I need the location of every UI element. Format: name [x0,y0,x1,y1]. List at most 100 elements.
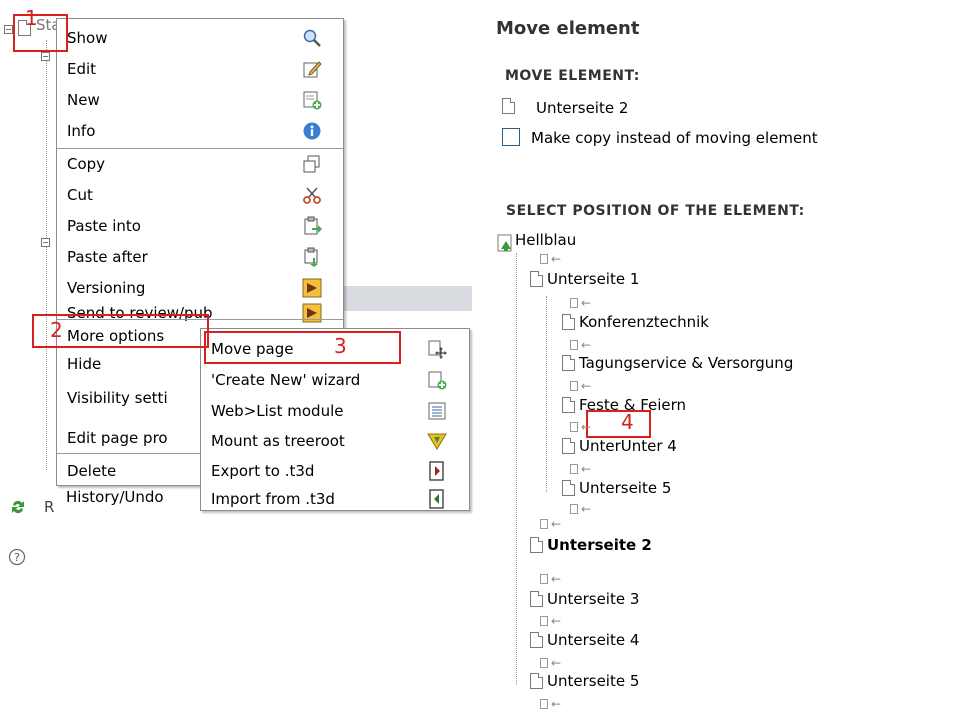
root-page-icon [497,233,515,257]
menu-item-info[interactable]: Info [57,116,343,146]
tree-node-label: Unterseite 5 [547,672,640,690]
mount-icon [427,431,447,451]
submenu-item-create-new-wizard[interactable]: 'Create New' wizard [201,365,469,395]
paste-after-icon [302,247,322,267]
annotation-box-3 [204,331,401,364]
insert-position-marker[interactable]: ← [540,656,561,670]
tree-node-label: UnterUnter 4 [579,437,677,455]
menu-item-copy[interactable]: Copy [57,149,343,179]
tree-line [546,296,547,492]
svg-text:?: ? [14,551,20,564]
refresh-icon[interactable] [10,498,26,520]
menu-item-label: Cut [67,186,93,204]
page-icon [562,397,575,413]
tree-node-label: Tagungservice & Versorgung [579,354,794,372]
insert-position-marker[interactable]: ← [570,420,591,434]
move-element-heading: MOVE ELEMENT: [505,68,640,84]
scissors-icon [302,185,322,205]
help-icon[interactable]: ? [8,548,26,570]
menu-item-label: Edit [67,60,97,78]
tree-node[interactable]: Unterseite 5 [562,479,671,497]
page-icon [562,314,575,330]
page-icon [530,591,543,607]
tree-node[interactable]: UnterUnter 4 [562,437,677,455]
menu-item-label: Info [67,122,96,140]
tree-node[interactable]: Tagungservice & Versorgung [562,354,793,372]
tree-line [516,253,517,685]
export-icon [427,461,447,481]
tree-root-label: Hellblau [515,231,577,249]
menu-item-show[interactable]: Show [57,23,343,53]
submenu-item-export-t3d[interactable]: Export to .t3d [201,456,469,486]
page-icon [530,673,543,689]
menu-item-edit[interactable]: Edit [57,54,343,84]
annotation-number-3: 3 [334,334,347,358]
tree-node-current[interactable]: Unterseite 2 [530,536,652,554]
menu-item-label: Versioning [67,279,146,297]
submenu-item-label: Web>List module [211,402,344,420]
annotation-box-1 [13,14,68,52]
menu-item-label: Edit page pro [67,429,168,447]
tree-node-label: Unterseite 1 [547,270,640,288]
insert-position-marker[interactable]: ← [540,517,561,531]
submenu-item-label: Import from .t3d [211,490,335,508]
tree-line [46,40,47,470]
submenu-item-label: Export to .t3d [211,462,315,480]
info-icon [302,121,322,141]
menu-item-paste-after[interactable]: Paste after [57,242,343,272]
pencil-icon [302,59,322,79]
tree-node[interactable]: Unterseite 3 [530,590,639,608]
move-icon [427,339,447,359]
tree-node[interactable]: Feste & Feiern [562,396,686,414]
expand-toggle[interactable]: − [4,25,13,34]
insert-position-marker[interactable]: ← [540,614,561,628]
versioning-icon [302,278,322,298]
menu-item-label: Visibility setti [67,389,168,407]
tree-node[interactable]: Unterseite 4 [530,631,639,649]
submenu-item-import-t3d[interactable]: Import from .t3d [201,484,469,514]
insert-position-marker[interactable]: ← [570,502,591,516]
insert-position-marker[interactable]: ← [540,252,561,266]
expand-toggle[interactable]: − [41,238,50,247]
insert-position-marker[interactable]: ← [570,296,591,310]
insert-position-marker[interactable]: ← [570,462,591,476]
submenu-item-web-list-module[interactable]: Web>List module [201,396,469,426]
menu-item-new[interactable]: New [57,85,343,115]
page-icon [562,438,575,454]
menu-item-label: Paste into [67,217,141,235]
menu-item-cut[interactable]: Cut [57,180,343,210]
submenu-item-label: Mount as treeroot [211,432,345,450]
annotation-number-2: 2 [50,318,63,342]
insert-position-marker[interactable]: ← [540,572,561,586]
paste-into-icon [302,216,322,236]
copy-checkbox-label[interactable]: Make copy instead of moving element [531,129,818,147]
tree-node[interactable]: Unterseite 1 [530,270,639,288]
menu-item-history-undo[interactable]: History/Undo [66,488,164,506]
tree-node-label: Feste & Feiern [579,396,687,414]
list-module-icon [427,401,447,421]
tree-node[interactable]: Konferenztechnik [562,313,709,331]
copy-icon [302,154,322,174]
annotation-box-4 [586,410,651,438]
page-icon [562,355,575,371]
tree-node-label: Unterseite 4 [547,631,640,649]
menu-item-label: Hide [67,355,102,373]
menu-item-label: Copy [67,155,106,173]
reload-label[interactable]: R [44,498,54,516]
expand-toggle[interactable]: − [41,52,50,61]
menu-item-label: New [67,91,100,109]
insert-position-marker[interactable]: ← [570,379,591,393]
annotation-number-1: 1 [25,6,38,30]
submenu-item-mount-as-treeroot[interactable]: Mount as treeroot [201,426,469,456]
copy-checkbox[interactable] [502,128,520,146]
new-record-icon [302,90,322,110]
tree-node-label: Konferenztechnik [579,313,709,331]
selected-row-highlight [340,286,472,311]
tree-node-label: Unterseite 3 [547,590,640,608]
menu-item-paste-into[interactable]: Paste into [57,211,343,241]
tree-node-label: Unterseite 5 [579,479,672,497]
insert-position-marker[interactable]: ← [540,697,561,711]
insert-position-marker[interactable]: ← [570,338,591,352]
tree-node[interactable]: Unterseite 5 [530,672,639,690]
page-icon [530,632,543,648]
